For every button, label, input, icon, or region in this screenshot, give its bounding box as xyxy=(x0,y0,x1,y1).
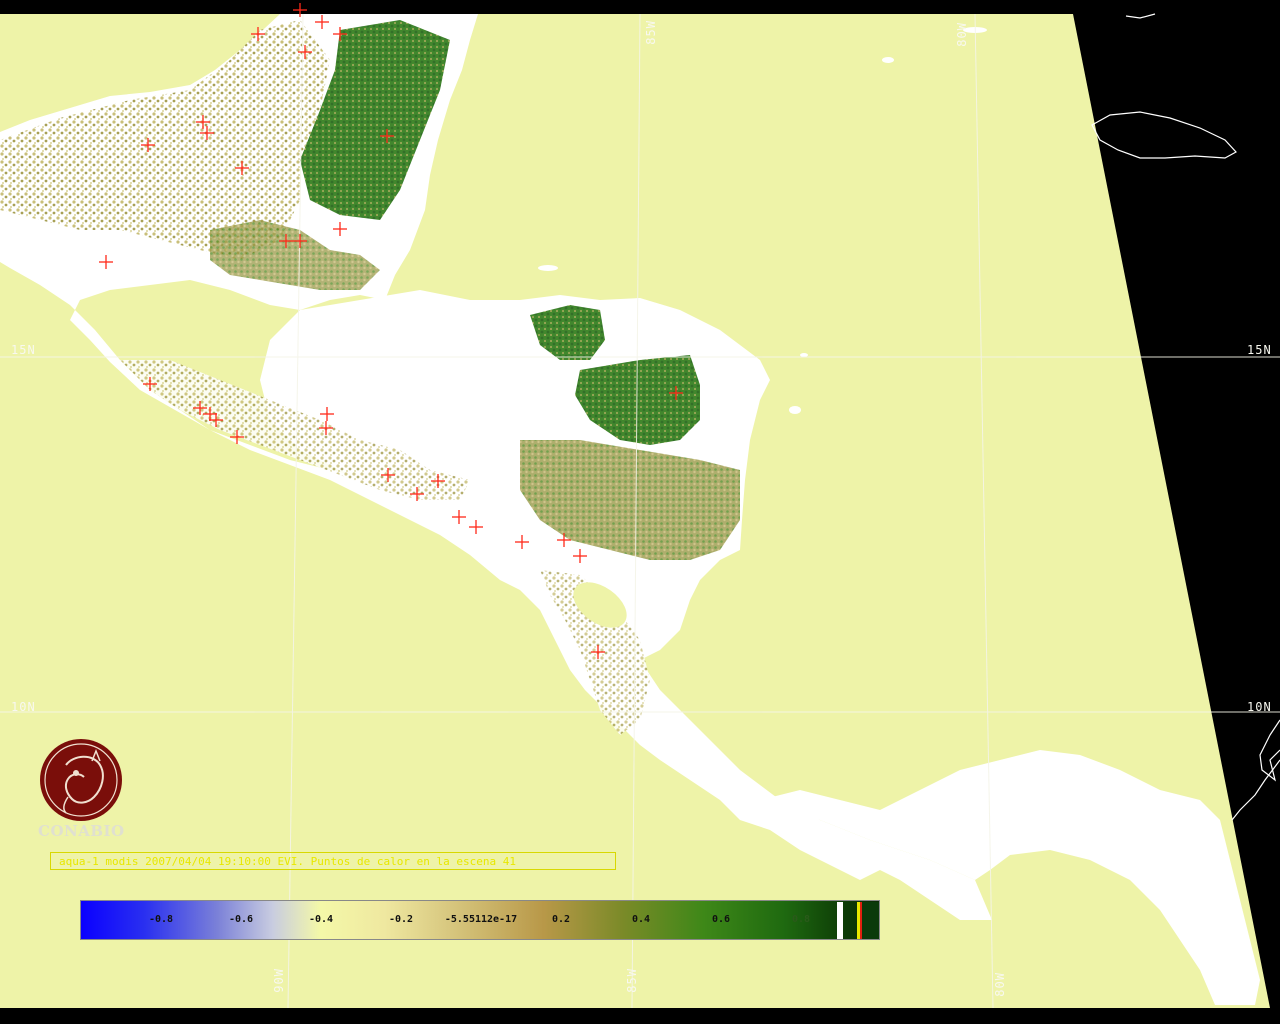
colorbar-tick-label: -0.2 xyxy=(388,914,414,925)
evi-colorbar: -0.8 -0.6 -0.4 -0.2 -5.55112e-17 0.2 0.4 0.6 0.8 xyxy=(80,900,880,940)
colorbar-tick-label: 0.8 xyxy=(791,914,811,925)
colorbar-tick-label: -0.4 xyxy=(308,914,334,925)
colorbar-tick-label: 0.4 xyxy=(631,914,651,925)
island xyxy=(538,265,558,271)
lat-label-10n-left: 10N xyxy=(11,700,36,714)
scene-caption: aqua-1 modis 2007/04/04 19:10:00 EVI. Pu… xyxy=(50,852,616,870)
lon-label-80w-top: 80W xyxy=(955,22,969,47)
lat-label-15n-left: 15N xyxy=(11,343,36,357)
lon-label-90w-bottom: 90W xyxy=(272,968,286,993)
lat-label-15n-right: 15N xyxy=(1247,343,1272,357)
lon-label-85w-top: 85W xyxy=(644,20,658,45)
lon-label-85w-bottom: 85W xyxy=(625,968,639,993)
colorbar-tick-label: -0.6 xyxy=(228,914,254,925)
colorbar-white-stripe xyxy=(837,902,843,939)
lon-label-80w-bottom: 80W xyxy=(993,972,1007,997)
conabio-logo-text: CONABIO xyxy=(38,822,125,840)
island xyxy=(800,353,808,357)
colorbar-tick-label: -0.8 xyxy=(148,914,174,925)
island xyxy=(789,406,801,414)
colorbar-tick-label: -5.55112e-17 xyxy=(444,914,518,925)
colorbar-tick-label: 0.6 xyxy=(711,914,731,925)
lat-label-10n-right: 10N xyxy=(1247,700,1272,714)
island xyxy=(882,57,894,63)
colorbar-green-end xyxy=(862,902,879,939)
colorbar-tick-label: 0.2 xyxy=(551,914,571,925)
evi-map xyxy=(0,0,1280,1024)
conabio-logo xyxy=(40,739,122,821)
